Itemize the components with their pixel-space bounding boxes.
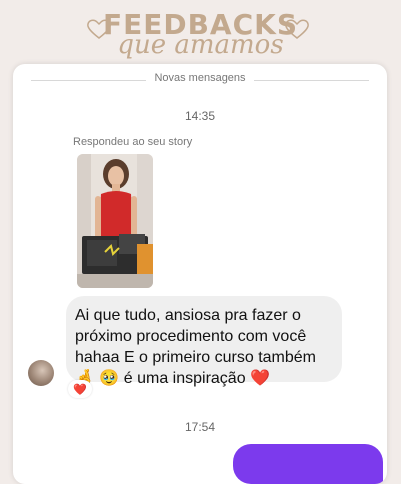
message-text-continued: é uma inspiração (119, 370, 251, 387)
new-messages-divider: Novas mensagens (13, 72, 387, 84)
heart-reaction-emoji: ❤️ (73, 384, 87, 396)
message-timestamp: 14:35 (184, 109, 216, 123)
incoming-message-bubble[interactable]: Ai que tudo, ansiosa pra fazer o próximo… (66, 296, 342, 387)
pleading-face-emoji: 🥹 (99, 370, 120, 387)
message-timestamp: 17:54 (184, 420, 216, 434)
message-text: Ai que tudo, ansiosa pra fazer o próximo… (75, 307, 316, 366)
banner-subtitle: que amamos (117, 30, 284, 60)
heart-emoji: ❤️ (250, 370, 270, 387)
outgoing-message-bubble[interactable] (233, 444, 383, 484)
chat-card: Novas mensagens 14:35 Respondeu ao seu s… (13, 64, 387, 484)
story-thumbnail[interactable] (77, 154, 153, 288)
avatar[interactable] (28, 360, 54, 386)
heart-outline-icon (285, 19, 309, 39)
story-reply-label: Respondeu ao seu story (73, 136, 193, 148)
divider-label: Novas mensagens (146, 72, 254, 84)
heart-reaction[interactable]: ❤️ (68, 380, 92, 398)
header-banner: FEEDBACKS que amamos (0, 0, 401, 62)
